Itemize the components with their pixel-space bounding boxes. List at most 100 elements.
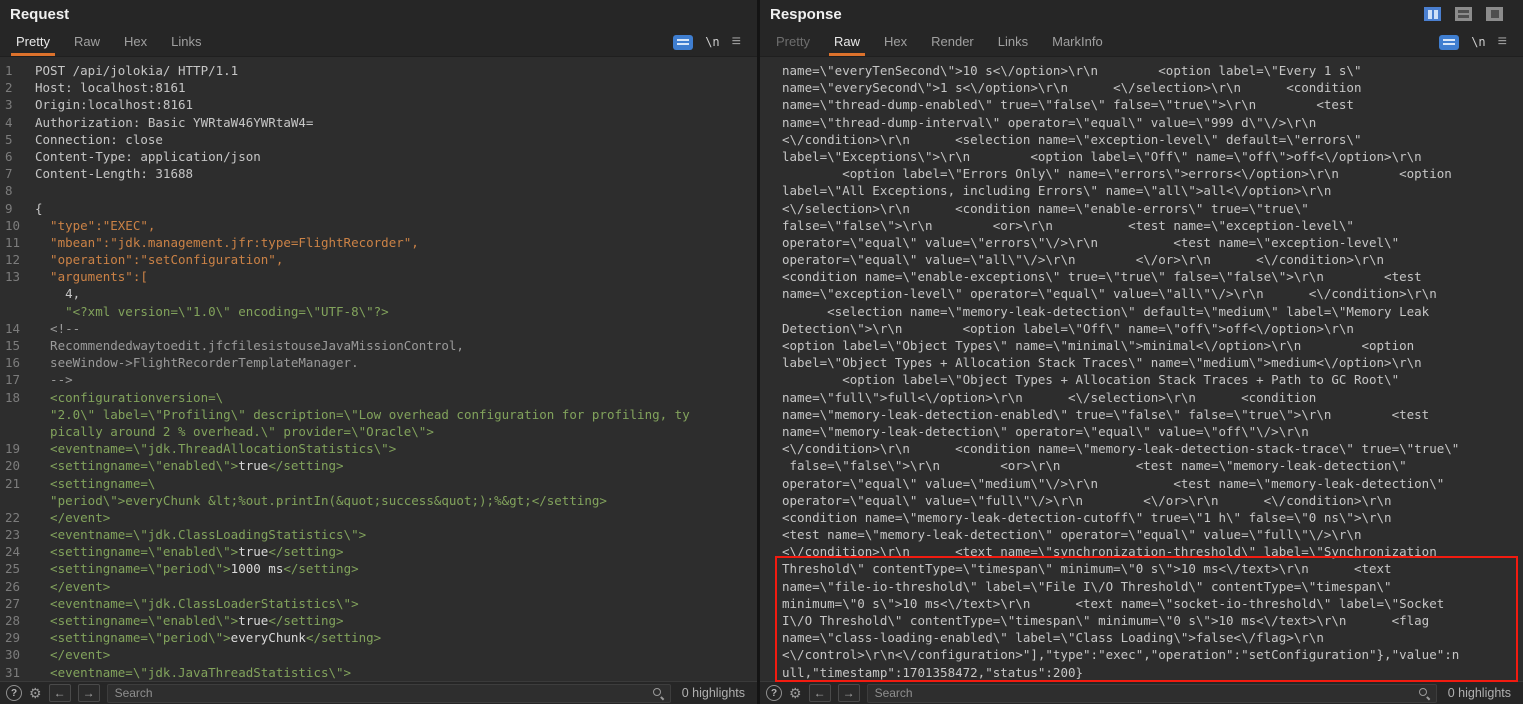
line-number: 4	[0, 114, 35, 131]
line-number: 3	[0, 96, 35, 113]
code-text: <condition name=\"memory-leak-detection-…	[760, 509, 1392, 526]
search-settings-gear-icon[interactable]: ⚙	[29, 686, 42, 700]
tab-links[interactable]: Links	[159, 28, 213, 56]
response-tabbar: PrettyRawHexRenderLinksMarkInfo \n ≡	[760, 28, 1523, 57]
code-text: <\/condition>\r\n <condition name=\"memo…	[760, 440, 1459, 457]
code-text: <\/condition>\r\n <selection name=\"exce…	[760, 131, 1361, 148]
code-line: <\/control>\r\n<\/configuration>"],"type…	[760, 646, 1523, 663]
code-line: operator=\"equal\" value=\"all\"\/>\r\n …	[760, 251, 1523, 268]
editor-menu-icon[interactable]: ≡	[1498, 34, 1507, 50]
line-number: 28	[0, 612, 35, 629]
code-text: operator=\"equal\" value=\"full\"\/>\r\n…	[760, 492, 1392, 509]
code-line: 12 "operation":"setConfiguration",	[0, 251, 757, 268]
highlight-count: 0 highlights	[682, 686, 745, 700]
request-tabs: PrettyRawHexLinks	[4, 28, 213, 56]
code-line: I\/O Threshold\" contentType=\"timespan\…	[760, 612, 1523, 629]
line-number: 19	[0, 440, 35, 457]
code-text: name=\"file-io-threshold\" label=\"File …	[760, 578, 1392, 595]
tab-pretty[interactable]: Pretty	[4, 28, 62, 56]
code-line: 19 <eventname=\"jdk.ThreadAllocationStat…	[0, 440, 757, 457]
code-line: ull,"timestamp":1701358472,"status":200}	[760, 664, 1523, 681]
code-text: false=\"false\">\r\n <or>\r\n <test name…	[760, 457, 1407, 474]
line-number: 2	[0, 79, 35, 96]
tab-render[interactable]: Render	[919, 28, 986, 56]
layout-columns-icon[interactable]	[1424, 7, 1441, 21]
code-text: <eventname=\"jdk.ThreadAllocationStatist…	[35, 440, 396, 457]
layout-single-icon[interactable]	[1486, 7, 1503, 21]
code-line: label=\"Exceptions\">\r\n <option label=…	[760, 148, 1523, 165]
code-line: 25 <settingname=\"period\">1000 ms</sett…	[0, 560, 757, 577]
prev-match-button[interactable]: ←	[49, 684, 71, 702]
code-line: <test name=\"memory-leak-detection\" ope…	[760, 526, 1523, 543]
layout-rows-icon[interactable]	[1455, 7, 1472, 21]
tab-hex[interactable]: Hex	[112, 28, 159, 56]
search-input[interactable]	[113, 685, 652, 701]
help-icon[interactable]: ?	[766, 685, 782, 701]
code-line: minimum=\"0 s\">10 ms<\/text>\r\n <text …	[760, 595, 1523, 612]
tab-pretty[interactable]: Pretty	[764, 28, 822, 56]
code-line: 10 "type":"EXEC",	[0, 217, 757, 234]
code-text: name=\"thread-dump-interval\" operator=\…	[760, 114, 1316, 131]
line-number: 5	[0, 131, 35, 148]
line-number: 14	[0, 320, 35, 337]
highlight-count: 0 highlights	[1448, 686, 1511, 700]
syntax-highlight-icon[interactable]	[673, 35, 693, 50]
editor-menu-icon[interactable]: ≡	[732, 34, 741, 50]
code-line: <condition name=\"memory-leak-detection-…	[760, 509, 1523, 526]
code-line: pically around 2 % overhead.\" provider=…	[0, 423, 757, 440]
code-text: <settingname=\"enabled\">true</setting>	[35, 457, 344, 474]
code-text: <test name=\"memory-leak-detection\" ope…	[760, 526, 1361, 543]
code-line: 8	[0, 182, 757, 199]
code-text: Connection: close	[35, 131, 163, 148]
code-text: "type":"EXEC",	[35, 217, 155, 234]
code-line: name=\"full\">full<\/option>\r\n <\/sele…	[760, 389, 1523, 406]
code-text: Content-Type: application/json	[35, 148, 261, 165]
search-input[interactable]	[873, 685, 1418, 701]
code-text: "2.0\" label=\"Profiling\" description=\…	[35, 406, 690, 423]
code-line: <option label=\"Object Types + Allocatio…	[760, 371, 1523, 388]
tab-raw[interactable]: Raw	[62, 28, 112, 56]
code-line: <\/selection>\r\n <condition name=\"enab…	[760, 200, 1523, 217]
next-match-button[interactable]: →	[78, 684, 100, 702]
tab-hex[interactable]: Hex	[872, 28, 919, 56]
code-line: 9{	[0, 200, 757, 217]
tab-raw[interactable]: Raw	[822, 28, 872, 56]
line-number: 26	[0, 578, 35, 595]
search-magnifier-icon[interactable]	[652, 687, 665, 700]
next-match-button[interactable]: →	[838, 684, 860, 702]
code-line: Threshold\" contentType=\"timespan\" min…	[760, 560, 1523, 577]
response-title: Response	[770, 6, 842, 23]
code-text: Origin:localhost:8161	[35, 96, 193, 113]
code-text: label=\"Object Types + Allocation Stack …	[760, 354, 1422, 371]
code-line: <\/condition>\r\n <text name=\"synchroni…	[760, 543, 1523, 560]
search-settings-gear-icon[interactable]: ⚙	[789, 686, 802, 700]
code-line: name=\"memory-leak-detection-enabled\" t…	[760, 406, 1523, 423]
line-number: 30	[0, 646, 35, 663]
search-magnifier-icon[interactable]	[1418, 687, 1431, 700]
line-number: 9	[0, 200, 35, 217]
code-line: 11 "mbean":"jdk.management.jfr:type=Flig…	[0, 234, 757, 251]
code-text: <settingname=\	[35, 475, 155, 492]
line-number: 27	[0, 595, 35, 612]
code-text: <option label=\"Object Types\" name=\"mi…	[760, 337, 1414, 354]
syntax-highlight-icon[interactable]	[1439, 35, 1459, 50]
nonprintable-toggle-icon[interactable]: \n	[705, 35, 719, 49]
line-number: 6	[0, 148, 35, 165]
code-text: <eventname=\"jdk.JavaThreadStatistics\">	[35, 664, 351, 681]
tab-markinfo[interactable]: MarkInfo	[1040, 28, 1115, 56]
prev-match-button[interactable]: ←	[809, 684, 831, 702]
code-text: "period\">everyChunk &lt;%out.printIn(&q…	[35, 492, 607, 509]
nonprintable-toggle-icon[interactable]: \n	[1471, 35, 1485, 49]
line-number: 8	[0, 182, 35, 199]
code-line: name=\"thread-dump-enabled\" true=\"fals…	[760, 96, 1523, 113]
code-line: name=\"file-io-threshold\" label=\"File …	[760, 578, 1523, 595]
help-icon[interactable]: ?	[6, 685, 22, 701]
request-editor[interactable]: 1POST /api/jolokia/ HTTP/1.12Host: local…	[0, 57, 757, 681]
line-number: 12	[0, 251, 35, 268]
tab-links[interactable]: Links	[986, 28, 1040, 56]
code-line: <option label=\"Errors Only\" name=\"err…	[760, 165, 1523, 182]
code-text: "<?xml version=\"1.0\" encoding=\"UTF-8\…	[35, 303, 389, 320]
request-title: Request	[10, 6, 69, 23]
response-editor[interactable]: name=\"everyTenSecond\">10 s<\/option>\r…	[760, 57, 1523, 681]
code-text: 4,	[35, 285, 80, 302]
